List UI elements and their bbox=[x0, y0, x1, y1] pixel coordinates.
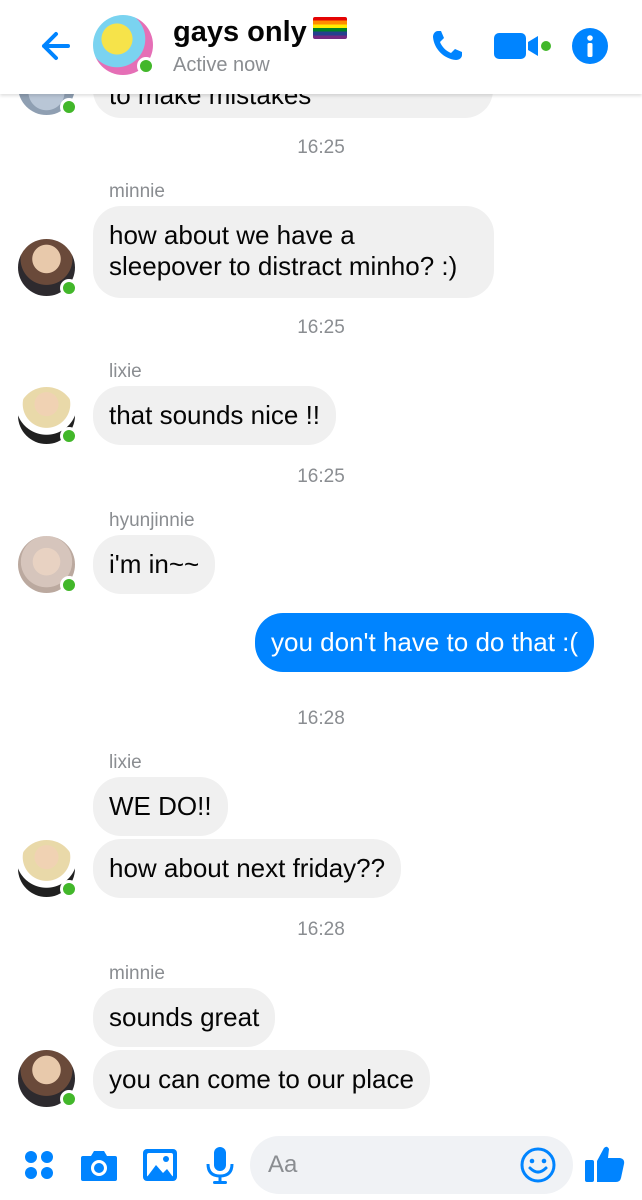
online-indicator bbox=[60, 279, 78, 297]
microphone-icon[interactable] bbox=[198, 1143, 242, 1187]
info-icon[interactable] bbox=[568, 24, 612, 68]
more-actions-icon[interactable] bbox=[17, 1143, 61, 1187]
message-bubble[interactable]: how about next friday?? bbox=[93, 839, 402, 898]
message-bubble[interactable]: you can come to our place bbox=[93, 1050, 430, 1109]
message-input-container[interactable] bbox=[250, 1136, 573, 1194]
message-text: you can come to our place bbox=[109, 1064, 414, 1094]
phone-icon[interactable] bbox=[425, 24, 469, 68]
active-status: Active now bbox=[173, 54, 270, 76]
sender-avatar[interactable] bbox=[18, 94, 78, 116]
message-text: how about we have a bbox=[109, 220, 355, 250]
rainbow-flag-icon bbox=[312, 17, 347, 39]
timestamp: 16:25 bbox=[297, 466, 345, 487]
emoji-icon[interactable] bbox=[517, 1144, 559, 1186]
online-indicator bbox=[60, 576, 78, 594]
sender-name: hyunjinnie bbox=[109, 510, 195, 531]
message-bubble[interactable]: i'm in~~ bbox=[93, 535, 216, 594]
timestamp: 16:25 bbox=[297, 137, 345, 158]
outgoing-message-bubble[interactable]: you don't have to do that :( bbox=[255, 613, 595, 672]
gallery-icon[interactable] bbox=[138, 1143, 182, 1187]
thumbs-up-icon[interactable] bbox=[582, 1141, 628, 1187]
sender-name: minnie bbox=[109, 963, 165, 984]
conversation-title-text: gays only bbox=[173, 16, 307, 48]
message-bubble[interactable]: sounds great bbox=[93, 988, 276, 1047]
sender-name: lixie bbox=[109, 361, 142, 382]
conversation-title[interactable]: gays only bbox=[173, 16, 347, 49]
sender-name: minnie bbox=[109, 181, 165, 202]
message-text: i'm in~~ bbox=[109, 549, 200, 579]
message-text: that sounds nice !! bbox=[109, 400, 321, 430]
timestamp: 16:28 bbox=[297, 708, 345, 729]
chat-header: gays only Active now bbox=[0, 0, 642, 94]
sender-avatar[interactable] bbox=[18, 840, 78, 898]
timestamp: 16:28 bbox=[297, 919, 345, 940]
sender-name: lixie bbox=[109, 752, 142, 773]
message-text: you don't have to do that :( bbox=[271, 627, 579, 657]
sender-avatar[interactable] bbox=[18, 1050, 78, 1108]
message-text: how about next friday?? bbox=[109, 853, 386, 883]
group-avatar[interactable] bbox=[93, 15, 155, 75]
sender-avatar[interactable] bbox=[18, 536, 78, 594]
message-text: to make mistakes bbox=[109, 94, 312, 110]
message-bubble[interactable]: to make mistakes bbox=[93, 94, 493, 118]
online-indicator bbox=[60, 1090, 78, 1108]
message-list[interactable]: to make mistakes 16:25 minnie how about … bbox=[0, 94, 642, 1130]
video-camera-icon[interactable] bbox=[492, 24, 554, 68]
sender-avatar[interactable] bbox=[18, 387, 78, 445]
composer-bar bbox=[0, 1130, 642, 1200]
message-input[interactable] bbox=[268, 1148, 508, 1182]
online-indicator bbox=[60, 880, 78, 898]
message-text: sleepover to distract minho? :) bbox=[109, 251, 458, 281]
message-bubble[interactable]: that sounds nice !! bbox=[93, 386, 337, 445]
online-indicator bbox=[137, 57, 155, 75]
online-indicator bbox=[60, 427, 78, 445]
online-indicator bbox=[60, 98, 78, 116]
message-bubble[interactable]: WE DO!! bbox=[93, 777, 228, 836]
message-text: sounds great bbox=[109, 1002, 260, 1032]
message-text: WE DO!! bbox=[109, 791, 212, 821]
back-arrow-icon[interactable] bbox=[34, 26, 74, 66]
camera-icon[interactable] bbox=[77, 1143, 121, 1187]
timestamp: 16:25 bbox=[297, 317, 345, 338]
message-bubble[interactable]: how about we have a sleepover to distrac… bbox=[93, 206, 494, 298]
sender-avatar[interactable] bbox=[18, 239, 78, 297]
